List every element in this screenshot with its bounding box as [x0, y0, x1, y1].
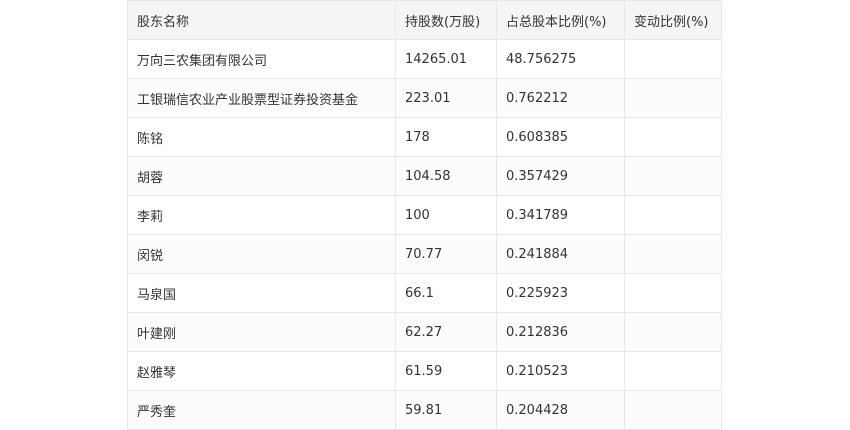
cell-change-ratio [624, 78, 722, 118]
cell-shares-held: 70.77 [395, 234, 497, 274]
cell-shareholder-name: 严秀奎 [127, 390, 396, 430]
header-share-ratio: 占总股本比例(%) [496, 0, 625, 40]
table-row: 叶建刚 62.27 0.212836 [127, 312, 722, 352]
header-shareholder-name: 股东名称 [127, 0, 396, 40]
cell-share-ratio: 48.756275 [496, 39, 625, 79]
cell-change-ratio [624, 390, 722, 430]
cell-share-ratio: 0.357429 [496, 156, 625, 196]
header-change-ratio: 变动比例(%) [624, 0, 722, 40]
cell-shareholder-name: 万向三农集团有限公司 [127, 39, 396, 79]
table-row: 万向三农集团有限公司 14265.01 48.756275 [127, 39, 722, 79]
cell-shareholder-name: 闵锐 [127, 234, 396, 274]
cell-share-ratio: 0.212836 [496, 312, 625, 352]
table-row: 严秀奎 59.81 0.204428 [127, 390, 722, 430]
cell-change-ratio [624, 273, 722, 313]
cell-shares-held: 62.27 [395, 312, 497, 352]
cell-change-ratio [624, 351, 722, 391]
cell-share-ratio: 0.204428 [496, 390, 625, 430]
table-header: 股东名称 持股数(万股) 占总股本比例(%) 变动比例(%) [127, 0, 722, 40]
cell-shares-held: 178 [395, 117, 497, 157]
table-row: 马泉国 66.1 0.225923 [127, 273, 722, 313]
cell-change-ratio [624, 234, 722, 274]
cell-shares-held: 223.01 [395, 78, 497, 118]
cell-shares-held: 14265.01 [395, 39, 497, 79]
table-row: 陈铭 178 0.608385 [127, 117, 722, 157]
table-row: 闵锐 70.77 0.241884 [127, 234, 722, 274]
cell-shareholder-name: 李莉 [127, 195, 396, 235]
cell-change-ratio [624, 195, 722, 235]
header-row: 股东名称 持股数(万股) 占总股本比例(%) 变动比例(%) [127, 0, 722, 40]
table-row: 胡蓉 104.58 0.357429 [127, 156, 722, 196]
table-body: 万向三农集团有限公司 14265.01 48.756275 工银瑞信农业产业股票型证券… [127, 39, 722, 430]
cell-share-ratio: 0.608385 [496, 117, 625, 157]
table-row: 赵雅琴 61.59 0.210523 [127, 351, 722, 391]
table-row: 李莉 100 0.341789 [127, 195, 722, 235]
table-row: 工银瑞信农业产业股票型证券投资基金 223.01 0.762212 [127, 78, 722, 118]
cell-shareholder-name: 赵雅琴 [127, 351, 396, 391]
cell-shares-held: 104.58 [395, 156, 497, 196]
cell-change-ratio [624, 117, 722, 157]
cell-shareholder-name: 胡蓉 [127, 156, 396, 196]
cell-shareholder-name: 陈铭 [127, 117, 396, 157]
cell-change-ratio [624, 312, 722, 352]
cell-share-ratio: 0.341789 [496, 195, 625, 235]
header-shares-held: 持股数(万股) [395, 0, 497, 40]
cell-shares-held: 100 [395, 195, 497, 235]
cell-shares-held: 66.1 [395, 273, 497, 313]
cell-share-ratio: 0.241884 [496, 234, 625, 274]
cell-change-ratio [624, 156, 722, 196]
cell-shares-held: 59.81 [395, 390, 497, 430]
cell-share-ratio: 0.762212 [496, 78, 625, 118]
cell-shareholder-name: 叶建刚 [127, 312, 396, 352]
cell-change-ratio [624, 39, 722, 79]
shareholders-table: 股东名称 持股数(万股) 占总股本比例(%) 变动比例(%) 万向三农集团有限公… [127, 0, 722, 430]
cell-shareholder-name: 马泉国 [127, 273, 396, 313]
cell-shareholder-name: 工银瑞信农业产业股票型证券投资基金 [127, 78, 396, 118]
cell-shares-held: 61.59 [395, 351, 497, 391]
cell-share-ratio: 0.210523 [496, 351, 625, 391]
cell-share-ratio: 0.225923 [496, 273, 625, 313]
